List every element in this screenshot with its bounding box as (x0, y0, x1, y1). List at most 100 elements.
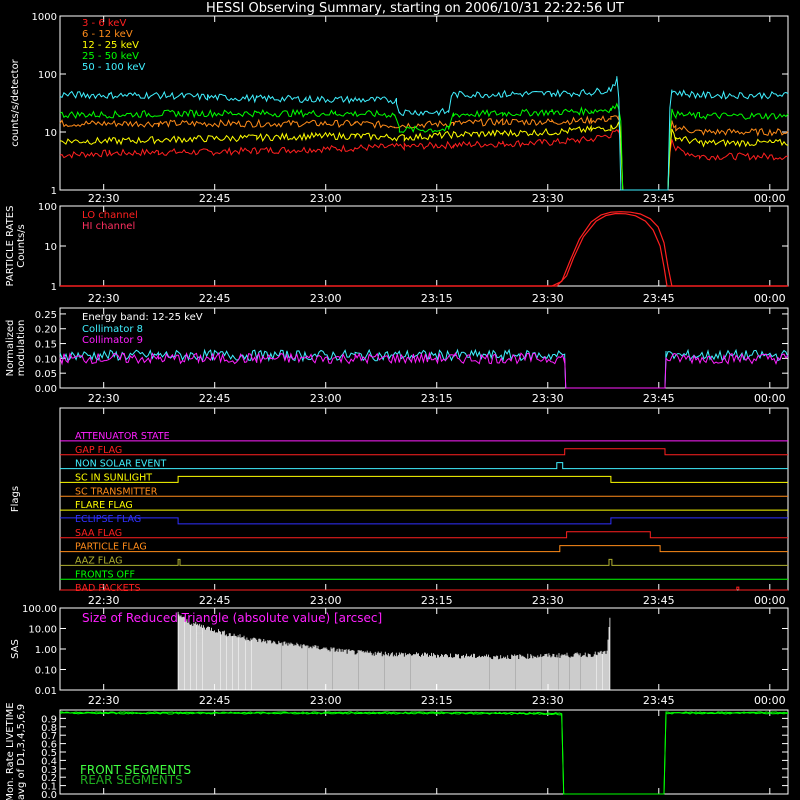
flag-label: NON SOLAR EVENT (75, 459, 166, 470)
sas-xtick-label: 00:00 (754, 694, 786, 707)
count_rates-xtick-label: 23:45 (643, 192, 675, 205)
particle_rates-xtick-label: 23:30 (532, 292, 564, 305)
modulation-ytick-label: 0.15 (35, 340, 57, 351)
flag-label: FLARE FLAG (75, 500, 133, 511)
sas-ytick-label: 100.00 (22, 604, 57, 615)
chart-title: HESSI Observing Summary, starting on 200… (206, 1, 624, 16)
count_rates-ytick-label: 10 (44, 128, 57, 139)
particle_rates-ylabel: Counts/s (16, 224, 27, 268)
legend-entry: Collimator 9 (82, 335, 143, 346)
sas-ytick-label: 1.00 (35, 645, 57, 656)
particle_rates-series-line (60, 211, 788, 287)
flag-line (60, 462, 788, 470)
count_rates-xtick-label: 22:30 (88, 192, 120, 205)
panels: 22:30 22:45 23:00 23:15 23:30 23:45 00:00 count… (5, 12, 789, 800)
legend-entry: 12 - 25 keV (82, 40, 139, 51)
modulation-xtick-label: 23:15 (421, 392, 453, 405)
sas-xtick-label: 23:30 (532, 694, 564, 707)
particle_rates-frame (59, 205, 789, 287)
flag-line (60, 586, 788, 591)
particle_rates-ytick-label: 10 (44, 242, 57, 253)
modulation-ytick-label: 0.10 (35, 354, 57, 365)
count_rates-xtick-label: 00:00 (754, 192, 786, 205)
flags-ylabel: Flags (10, 486, 21, 512)
sas-xtick-label: 23:00 (310, 694, 342, 707)
count_rates-ytick-label: 100 (38, 70, 57, 81)
flags-xtick-label: 23:45 (643, 594, 675, 607)
count_rates-xtick-label: 23:00 (310, 192, 342, 205)
count_rates-series-line (59, 115, 789, 191)
flag-label: ECLIPSE FLAG (75, 514, 141, 525)
particle_rates-xtick-label: 00:00 (754, 292, 786, 305)
flag-label: FRONTS OFF (75, 569, 135, 580)
flag-label: SC IN SUNLIGHT (75, 472, 152, 483)
particle_rates-xtick-label: 22:45 (199, 292, 231, 305)
particle_rates-xtick-label: 23:45 (643, 292, 675, 305)
flag-label: SC TRANSMITTER (75, 486, 158, 497)
count_rates-series-line (59, 76, 789, 191)
flag-line (60, 517, 788, 525)
sas-xtick-label: 23:45 (643, 694, 675, 707)
livetime-ylabel: avg of D1,3,4,5,6,9 (16, 704, 27, 800)
legend-entry: 25 - 50 keV (82, 51, 139, 62)
flags-xtick-label: 22:45 (199, 594, 231, 607)
modulation-ytick-label: 0.05 (35, 369, 57, 380)
flags-xtick-label: 22:30 (88, 594, 120, 607)
flag-line (60, 545, 788, 553)
sas-annotation: Size of Reduced Triangle (absolute value… (82, 611, 382, 625)
flag-line (60, 558, 788, 566)
flags-xtick-label: 23:15 (421, 594, 453, 607)
particle_rates-xtick-label: 23:15 (421, 292, 453, 305)
modulation-xtick-label: 22:30 (88, 392, 120, 405)
legend-entry: HI channel (82, 221, 135, 232)
flag-label: AAZ FLAG (75, 555, 122, 566)
flags-xtick-label: 23:00 (310, 594, 342, 607)
count_rates-xtick-label: 23:15 (421, 192, 453, 205)
modulation-ylabel: modulation (16, 320, 27, 377)
legend-entry: 6 - 12 keV (82, 29, 133, 40)
flag-label: GAP FLAG (75, 445, 122, 456)
flags-xtick-label: 23:30 (532, 594, 564, 607)
flag-label: SAA FLAG (75, 528, 122, 539)
particle_rates-ytick-label: 100 (38, 202, 57, 213)
sas-xtick-label: 22:30 (88, 694, 120, 707)
modulation-xtick-label: 23:45 (643, 392, 675, 405)
count_rates-xtick-label: 23:30 (532, 192, 564, 205)
sas-ytick-label: 0.10 (35, 666, 57, 677)
particle_rates-xtick-label: 22:30 (88, 292, 120, 305)
particle_rates-series-line (60, 212, 788, 287)
modulation-xtick-label: 22:45 (199, 392, 231, 405)
livetime-ytick-label: 0.0 (41, 790, 57, 800)
legend-entry: 50 - 100 keV (82, 62, 146, 73)
count_rates-frame (59, 15, 789, 191)
modulation-ytick-label: 0.00 (35, 384, 57, 395)
count_rates-ytick-label: 1 (51, 186, 57, 197)
modulation-series-line (59, 351, 789, 389)
legend-entry: Collimator 8 (82, 324, 143, 335)
flag-label: BAD PACKETS (75, 583, 141, 594)
legend-entry: REAR SEGMENTS (80, 773, 183, 787)
sas-xtick-label: 22:45 (199, 694, 231, 707)
flag-label: ATTENUATOR STATE (75, 431, 170, 442)
particle_rates-ylabel: PARTICLE RATES (5, 206, 16, 287)
count_rates-ytick-label: 1000 (32, 12, 57, 23)
particle_rates-ytick-label: 1 (51, 282, 57, 293)
sas-xtick-label: 23:15 (421, 694, 453, 707)
count_rates-xtick-label: 22:45 (199, 192, 231, 205)
flag-label: PARTICLE FLAG (75, 542, 147, 553)
sas-ylabel: SAS (10, 639, 21, 659)
livetime-ylabel: Mon. Rate LIVETIME (5, 702, 16, 800)
count_rates-ylabel: counts/s/detector (10, 58, 21, 146)
hessi-summary-figure: HESSI Observing Summary, starting on 200… (5, 1, 789, 800)
legend-entry: 3 - 6 keV (82, 18, 126, 29)
particle_rates-xtick-label: 23:00 (310, 292, 342, 305)
count_rates-series-line (59, 121, 789, 191)
modulation-annotation: Energy band: 12-25 keV (82, 312, 203, 323)
flags-xtick-label: 00:00 (754, 594, 786, 607)
modulation-xtick-label: 00:00 (754, 392, 786, 405)
modulation-series-line (59, 348, 789, 389)
modulation-ylabel: Normalized (5, 320, 16, 377)
flag-line (60, 531, 788, 539)
sas-ytick-label: 0.01 (35, 686, 57, 697)
modulation-ytick-label: 0.25 (35, 310, 57, 321)
